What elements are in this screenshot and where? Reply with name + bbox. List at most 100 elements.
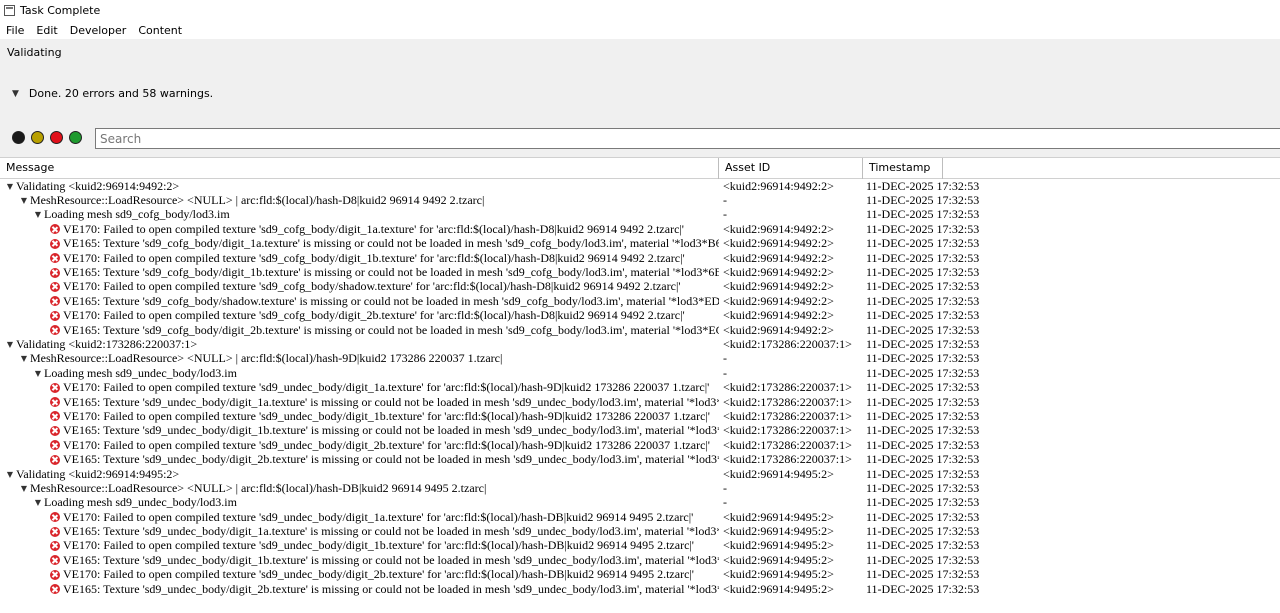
message-text: VE170: Failed to open compiled texture '… bbox=[63, 250, 685, 265]
table-row[interactable]: VE165: Texture 'sd9_cofg_body/digit_1b.t… bbox=[0, 265, 1280, 279]
error-icon bbox=[50, 454, 60, 465]
timestamp-cell: 11-DEC-2025 17:32:53 bbox=[866, 437, 980, 452]
search-input[interactable] bbox=[96, 129, 1280, 148]
table-row[interactable]: VE170: Failed to open compiled texture '… bbox=[0, 510, 1280, 524]
message-cell: VE170: Failed to open compiled texture '… bbox=[0, 380, 719, 395]
expand-triangle-icon[interactable]: ▼ bbox=[18, 484, 30, 493]
asset-id-cell: <kuid2:96914:9495:2> bbox=[723, 538, 834, 553]
table-row[interactable]: VE165: Texture 'sd9_undec_body/digit_1b.… bbox=[0, 553, 1280, 567]
expand-triangle-icon[interactable]: ▼ bbox=[18, 196, 30, 205]
asset-id-cell: <kuid2:96914:9495:2> bbox=[723, 524, 834, 539]
table-row[interactable]: ▼ Loading mesh sd9_cofg_body/lod3.im -11-D… bbox=[0, 207, 1280, 222]
timestamp-cell: 11-DEC-2025 17:32:53 bbox=[866, 236, 980, 251]
table-row[interactable]: ▼ MeshResource::LoadResource> <NULL> | ar… bbox=[0, 193, 1280, 207]
expand-triangle-icon[interactable]: ▼ bbox=[32, 498, 44, 507]
asset-id-cell: <kuid2:173286:220037:1> bbox=[723, 452, 852, 467]
message-text: VE165: Texture 'sd9_undec_body/digit_2b.… bbox=[63, 581, 719, 596]
expand-triangle-icon[interactable]: ▼ bbox=[32, 369, 44, 378]
column-header-message[interactable]: Message bbox=[0, 158, 719, 179]
table-row[interactable]: VE170: Failed to open compiled texture '… bbox=[0, 567, 1280, 582]
timestamp-cell: 11-DEC-2025 17:32:53 bbox=[866, 452, 980, 467]
column-header-asset-id[interactable]: Asset ID bbox=[719, 158, 863, 179]
message-cell: VE165: Texture 'sd9_undec_body/digit_1b.… bbox=[0, 423, 719, 438]
message-cell: VE165: Texture 'sd9_undec_body/digit_2b.… bbox=[0, 582, 719, 597]
table-row[interactable]: VE165: Texture 'sd9_undec_body/digit_2b.… bbox=[0, 582, 1280, 596]
message-text: VE170: Failed to open compiled texture '… bbox=[63, 437, 710, 452]
error-icon bbox=[50, 253, 60, 264]
table-row[interactable]: VE165: Texture 'sd9_undec_body/digit_1b.… bbox=[0, 423, 1280, 438]
table-row[interactable]: ▼ Loading mesh sd9_undec_body/lod3.im -11-… bbox=[0, 366, 1280, 380]
summary-row[interactable]: ▼ Done. 20 errors and 58 warnings. bbox=[12, 87, 213, 100]
collapse-triangle-icon[interactable]: ▼ bbox=[12, 89, 19, 99]
message-cell: ▼ Validating <kuid2:173286:220037:1> bbox=[0, 337, 719, 352]
message-text: VE165: Texture 'sd9_cofg_body/shadow.tex… bbox=[63, 293, 719, 308]
table-row[interactable]: VE165: Texture 'sd9_undec_body/digit_1a.… bbox=[0, 524, 1280, 538]
timestamp-cell: 11-DEC-2025 17:32:53 bbox=[866, 207, 980, 222]
asset-id-cell: <kuid2:96914:9495:2> bbox=[723, 581, 834, 596]
timestamp-cell: 11-DEC-2025 17:32:53 bbox=[866, 524, 980, 539]
filter-red-icon[interactable] bbox=[50, 131, 63, 144]
error-icon bbox=[50, 584, 60, 595]
table-row[interactable]: ▼ Validating <kuid2:96914:9495:2> <kuid2:9… bbox=[0, 467, 1280, 481]
message-cell: ▼ Validating <kuid2:96914:9492:2> bbox=[0, 179, 719, 194]
table-row[interactable]: VE165: Texture 'sd9_undec_body/digit_2b.… bbox=[0, 452, 1280, 466]
table-row[interactable]: ▼ Validating <kuid2:173286:220037:1> <kuid… bbox=[0, 337, 1280, 351]
message-cell: VE165: Texture 'sd9_undec_body/digit_1b.… bbox=[0, 553, 719, 568]
message-cell: VE165: Texture 'sd9_cofg_body/digit_1b.t… bbox=[0, 265, 719, 280]
expand-triangle-icon[interactable]: ▼ bbox=[32, 210, 44, 219]
expand-triangle-icon[interactable]: ▼ bbox=[4, 182, 16, 191]
filter-black-icon[interactable] bbox=[12, 131, 25, 144]
error-icon bbox=[50, 512, 60, 523]
timestamp-cell: 11-DEC-2025 17:32:53 bbox=[866, 365, 980, 380]
table-row[interactable]: VE165: Texture 'sd9_cofg_body/digit_2b.t… bbox=[0, 323, 1280, 337]
menu-edit[interactable]: Edit bbox=[30, 24, 63, 37]
table-row[interactable]: ▼ MeshResource::LoadResource> <NULL> | ar… bbox=[0, 481, 1280, 495]
expand-triangle-icon[interactable]: ▼ bbox=[4, 340, 16, 349]
timestamp-cell: 11-DEC-2025 17:32:53 bbox=[866, 408, 980, 423]
message-text: VE165: Texture 'sd9_undec_body/digit_1b.… bbox=[63, 423, 719, 438]
table-row[interactable]: ▼ Loading mesh sd9_undec_body/lod3.im -11-… bbox=[0, 495, 1280, 510]
table-row[interactable]: VE170: Failed to open compiled texture '… bbox=[0, 409, 1280, 423]
table-row[interactable]: VE165: Texture 'sd9_undec_body/digit_1a.… bbox=[0, 395, 1280, 409]
asset-id-cell: <kuid2:173286:220037:1> bbox=[723, 437, 852, 452]
table-row[interactable]: VE170: Failed to open compiled texture '… bbox=[0, 251, 1280, 265]
message-cell: VE170: Failed to open compiled texture '… bbox=[0, 538, 719, 553]
menu-bar: File Edit Developer Content bbox=[0, 21, 1280, 39]
message-text: VE170: Failed to open compiled texture '… bbox=[63, 308, 685, 323]
error-icon bbox=[50, 296, 60, 307]
table-row[interactable]: VE170: Failed to open compiled texture '… bbox=[0, 380, 1280, 394]
timestamp-cell: 11-DEC-2025 17:32:53 bbox=[866, 380, 980, 395]
error-icon bbox=[50, 281, 60, 292]
asset-id-cell: - bbox=[723, 207, 727, 222]
timestamp-cell: 11-DEC-2025 17:32:53 bbox=[866, 552, 980, 567]
table-row[interactable]: VE165: Texture 'sd9_cofg_body/digit_1a.t… bbox=[0, 236, 1280, 251]
timestamp-cell: 11-DEC-2025 17:32:53 bbox=[866, 495, 980, 510]
column-header-timestamp[interactable]: Timestamp bbox=[863, 158, 943, 179]
filter-green-icon[interactable] bbox=[69, 131, 82, 144]
menu-content[interactable]: Content bbox=[132, 24, 188, 37]
table-row[interactable]: VE170: Failed to open compiled texture '… bbox=[0, 222, 1280, 236]
asset-id-cell: - bbox=[723, 193, 727, 208]
table-row[interactable]: VE165: Texture 'sd9_cofg_body/shadow.tex… bbox=[0, 294, 1280, 308]
table-row[interactable]: VE170: Failed to open compiled texture '… bbox=[0, 308, 1280, 323]
expand-triangle-icon[interactable]: ▼ bbox=[18, 354, 30, 363]
table-row[interactable]: ▼ MeshResource::LoadResource> <NULL> | ar… bbox=[0, 351, 1280, 366]
table-row[interactable]: VE170: Failed to open compiled texture '… bbox=[0, 538, 1280, 553]
message-text: VE170: Failed to open compiled texture '… bbox=[63, 538, 694, 553]
error-icon bbox=[50, 224, 60, 235]
expand-triangle-icon[interactable]: ▼ bbox=[4, 470, 16, 479]
timestamp-cell: 11-DEC-2025 17:32:53 bbox=[866, 293, 980, 308]
timestamp-cell: 11-DEC-2025 17:32:53 bbox=[866, 394, 980, 409]
table-row[interactable]: VE170: Failed to open compiled texture '… bbox=[0, 438, 1280, 452]
message-cell: ▼ Loading mesh sd9_undec_body/lod3.im bbox=[0, 495, 719, 510]
message-cell: VE170: Failed to open compiled texture '… bbox=[0, 409, 719, 424]
table-row[interactable]: VE170: Failed to open compiled texture '… bbox=[0, 279, 1280, 294]
asset-id-cell: - bbox=[723, 351, 727, 366]
timestamp-cell: 11-DEC-2025 17:32:53 bbox=[866, 567, 980, 582]
title-bar: Task Complete bbox=[0, 0, 1280, 21]
filter-yellow-icon[interactable] bbox=[31, 131, 44, 144]
table-row[interactable]: ▼ Validating <kuid2:96914:9492:2> <kuid2:9… bbox=[0, 179, 1280, 193]
menu-developer[interactable]: Developer bbox=[64, 24, 133, 37]
menu-file[interactable]: File bbox=[0, 24, 30, 37]
error-icon bbox=[50, 440, 60, 451]
